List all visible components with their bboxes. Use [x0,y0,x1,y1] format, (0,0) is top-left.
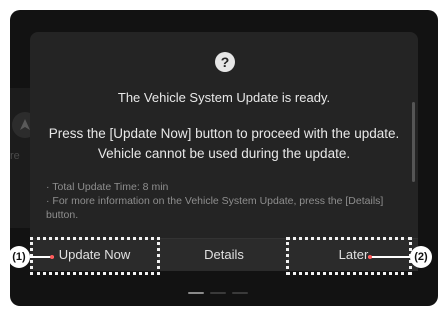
dialog-title: The Vehicle System Update is ready. [117,90,331,105]
dialog-message: Press the [Update Now] button to proceed… [48,126,400,161]
page-indicator [188,290,268,296]
callout-pointer-1 [30,255,54,259]
page-dot [210,292,226,294]
page-dot [232,292,248,294]
background-partial-text: re [10,150,20,162]
update-dialog: ? The Vehicle System Update is ready. Pr… [30,32,418,271]
note-more-info: · For more information on the Vehicle Sy… [46,195,384,221]
page-dot-active [188,292,204,294]
callout-pointer-2 [368,255,410,259]
note-total-time: · Total Update Time: 8 min [46,181,169,193]
dialog-scrollbar[interactable] [412,102,415,182]
question-icon: ? [215,52,235,72]
callout-number-1: (1) [8,246,30,268]
details-button[interactable]: Details [160,239,288,271]
screen: re ? The Vehicle System Update is ready.… [0,0,440,316]
dialog-notes: · Total Update Time: 8 min · For more in… [46,180,410,222]
callout-number-2: (2) [410,246,432,268]
